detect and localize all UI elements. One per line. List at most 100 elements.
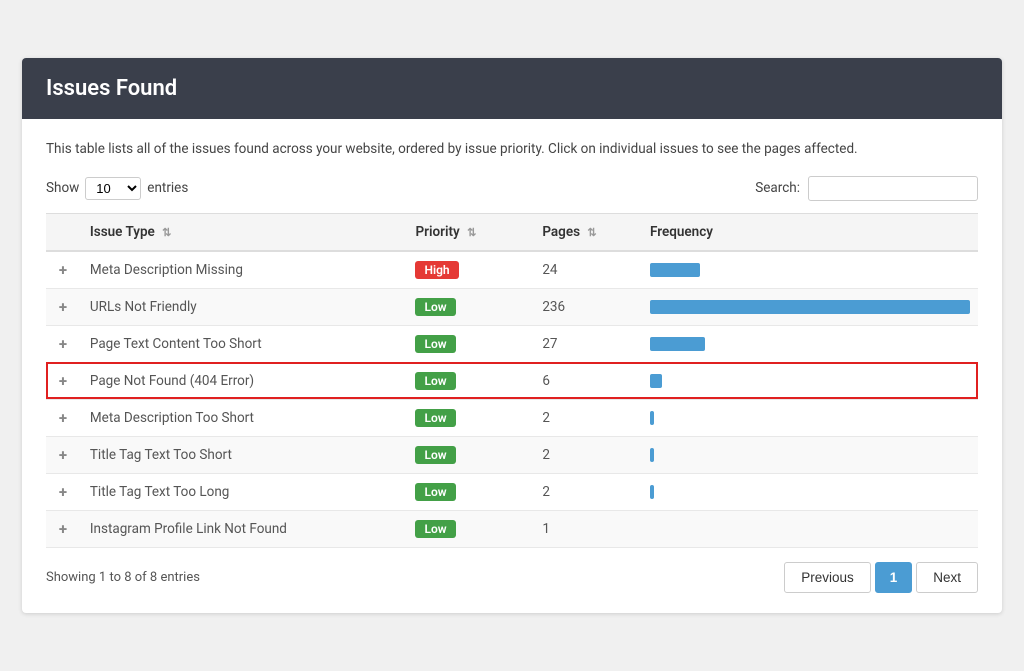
- expand-icon[interactable]: +: [54, 483, 72, 501]
- show-label: Show: [46, 180, 79, 196]
- bar-container: [650, 373, 970, 389]
- search-input[interactable]: [808, 176, 978, 201]
- expand-icon[interactable]: +: [54, 446, 72, 464]
- bar-container: [650, 336, 970, 352]
- priority-badge: Low: [415, 372, 455, 390]
- issue-type-cell: Title Tag Text Too Short: [82, 436, 408, 473]
- col-header-expand: [46, 213, 82, 251]
- card-body: This table lists all of the issues found…: [22, 119, 1002, 612]
- frequency-bar: [650, 411, 654, 425]
- table-row[interactable]: + Page Not Found (404 Error) Low 6: [46, 362, 978, 399]
- priority-cell: Low: [407, 473, 534, 510]
- table-row[interactable]: + Title Tag Text Too Long Low 2: [46, 473, 978, 510]
- showing-text: Showing 1 to 8 of 8 entries: [46, 570, 200, 585]
- main-card: Issues Found This table lists all of the…: [22, 58, 1002, 612]
- expand-icon[interactable]: +: [54, 409, 72, 427]
- table-row[interactable]: + Title Tag Text Too Short Low 2: [46, 436, 978, 473]
- frequency-cell: [642, 251, 978, 289]
- controls-row: Show 10 25 50 100 entries Search:: [46, 176, 978, 201]
- issue-type-cell: Meta Description Too Short: [82, 399, 408, 436]
- frequency-bar: [650, 448, 654, 462]
- priority-cell: Low: [407, 288, 534, 325]
- table-row[interactable]: + Meta Description Too Short Low 2: [46, 399, 978, 436]
- priority-cell: Low: [407, 325, 534, 362]
- priority-cell: High: [407, 251, 534, 289]
- show-entries-group: Show 10 25 50 100 entries: [46, 177, 188, 200]
- expand-icon[interactable]: +: [54, 372, 72, 390]
- page-1-button[interactable]: 1: [875, 562, 913, 593]
- table-row[interactable]: + Instagram Profile Link Not Found Low 1: [46, 510, 978, 547]
- frequency-bar: [650, 485, 654, 499]
- issue-type-cell: Title Tag Text Too Long: [82, 473, 408, 510]
- next-button[interactable]: Next: [916, 562, 978, 593]
- col-header-frequency: Frequency: [642, 213, 978, 251]
- search-label: Search:: [755, 180, 800, 196]
- frequency-bar: [650, 300, 970, 314]
- priority-badge: Low: [415, 483, 455, 501]
- table-body: + Meta Description Missing High 24 + URLs Not…: [46, 251, 978, 548]
- pages-cell: 27: [534, 325, 642, 362]
- previous-button[interactable]: Previous: [784, 562, 871, 593]
- frequency-cell: [642, 325, 978, 362]
- frequency-cell: [642, 288, 978, 325]
- pages-cell: 2: [534, 436, 642, 473]
- expand-icon[interactable]: +: [54, 298, 72, 316]
- frequency-cell: [642, 362, 978, 399]
- entries-label: entries: [147, 180, 188, 196]
- bar-container: [650, 447, 970, 463]
- sort-icon-pages: ⇅: [587, 226, 596, 239]
- pages-cell: 2: [534, 473, 642, 510]
- issue-type-cell: Instagram Profile Link Not Found: [82, 510, 408, 547]
- frequency-bar: [650, 337, 705, 351]
- priority-cell: Low: [407, 399, 534, 436]
- issue-type-cell: Page Not Found (404 Error): [82, 362, 408, 399]
- pages-cell: 6: [534, 362, 642, 399]
- priority-badge: Low: [415, 298, 455, 316]
- col-header-issue-type[interactable]: Issue Type ⇅: [82, 213, 408, 251]
- pages-cell: 24: [534, 251, 642, 289]
- bar-container: [650, 262, 970, 278]
- bar-container: [650, 410, 970, 426]
- frequency-bar: [650, 263, 700, 277]
- col-header-priority[interactable]: Priority ⇅: [407, 213, 534, 251]
- sort-icon-priority: ⇅: [467, 226, 476, 239]
- table-row[interactable]: + URLs Not Friendly Low 236: [46, 288, 978, 325]
- frequency-cell: [642, 436, 978, 473]
- footer-row: Showing 1 to 8 of 8 entries Previous 1 N…: [46, 562, 978, 593]
- entries-select[interactable]: 10 25 50 100: [85, 177, 141, 200]
- search-group: Search:: [755, 176, 978, 201]
- issue-type-cell: URLs Not Friendly: [82, 288, 408, 325]
- priority-cell: Low: [407, 510, 534, 547]
- table-row[interactable]: + Page Text Content Too Short Low 27: [46, 325, 978, 362]
- bar-container: [650, 484, 970, 500]
- expand-icon[interactable]: +: [54, 335, 72, 353]
- expand-icon[interactable]: +: [54, 261, 72, 279]
- frequency-cell: [642, 510, 978, 547]
- bar-container: [650, 299, 970, 315]
- frequency-cell: [642, 399, 978, 436]
- description-text: This table lists all of the issues found…: [46, 139, 978, 159]
- frequency-cell: [642, 473, 978, 510]
- pages-cell: 1: [534, 510, 642, 547]
- priority-badge: Low: [415, 335, 455, 353]
- pages-cell: 2: [534, 399, 642, 436]
- card-header: Issues Found: [22, 58, 1002, 119]
- issues-table: Issue Type ⇅ Priority ⇅ Pages ⇅ Frequenc…: [46, 213, 978, 548]
- priority-badge: Low: [415, 409, 455, 427]
- sort-icon-issue: ⇅: [162, 226, 171, 239]
- table-header-row: Issue Type ⇅ Priority ⇅ Pages ⇅ Frequenc…: [46, 213, 978, 251]
- priority-badge: Low: [415, 520, 455, 538]
- pages-cell: 236: [534, 288, 642, 325]
- priority-badge: High: [415, 261, 458, 279]
- priority-badge: Low: [415, 446, 455, 464]
- issue-type-cell: Page Text Content Too Short: [82, 325, 408, 362]
- priority-cell: Low: [407, 362, 534, 399]
- col-header-pages[interactable]: Pages ⇅: [534, 213, 642, 251]
- pagination: Previous 1 Next: [784, 562, 978, 593]
- frequency-bar: [650, 374, 662, 388]
- expand-icon[interactable]: +: [54, 520, 72, 538]
- page-title: Issues Found: [46, 76, 177, 101]
- issue-type-cell: Meta Description Missing: [82, 251, 408, 289]
- priority-cell: Low: [407, 436, 534, 473]
- table-row[interactable]: + Meta Description Missing High 24: [46, 251, 978, 289]
